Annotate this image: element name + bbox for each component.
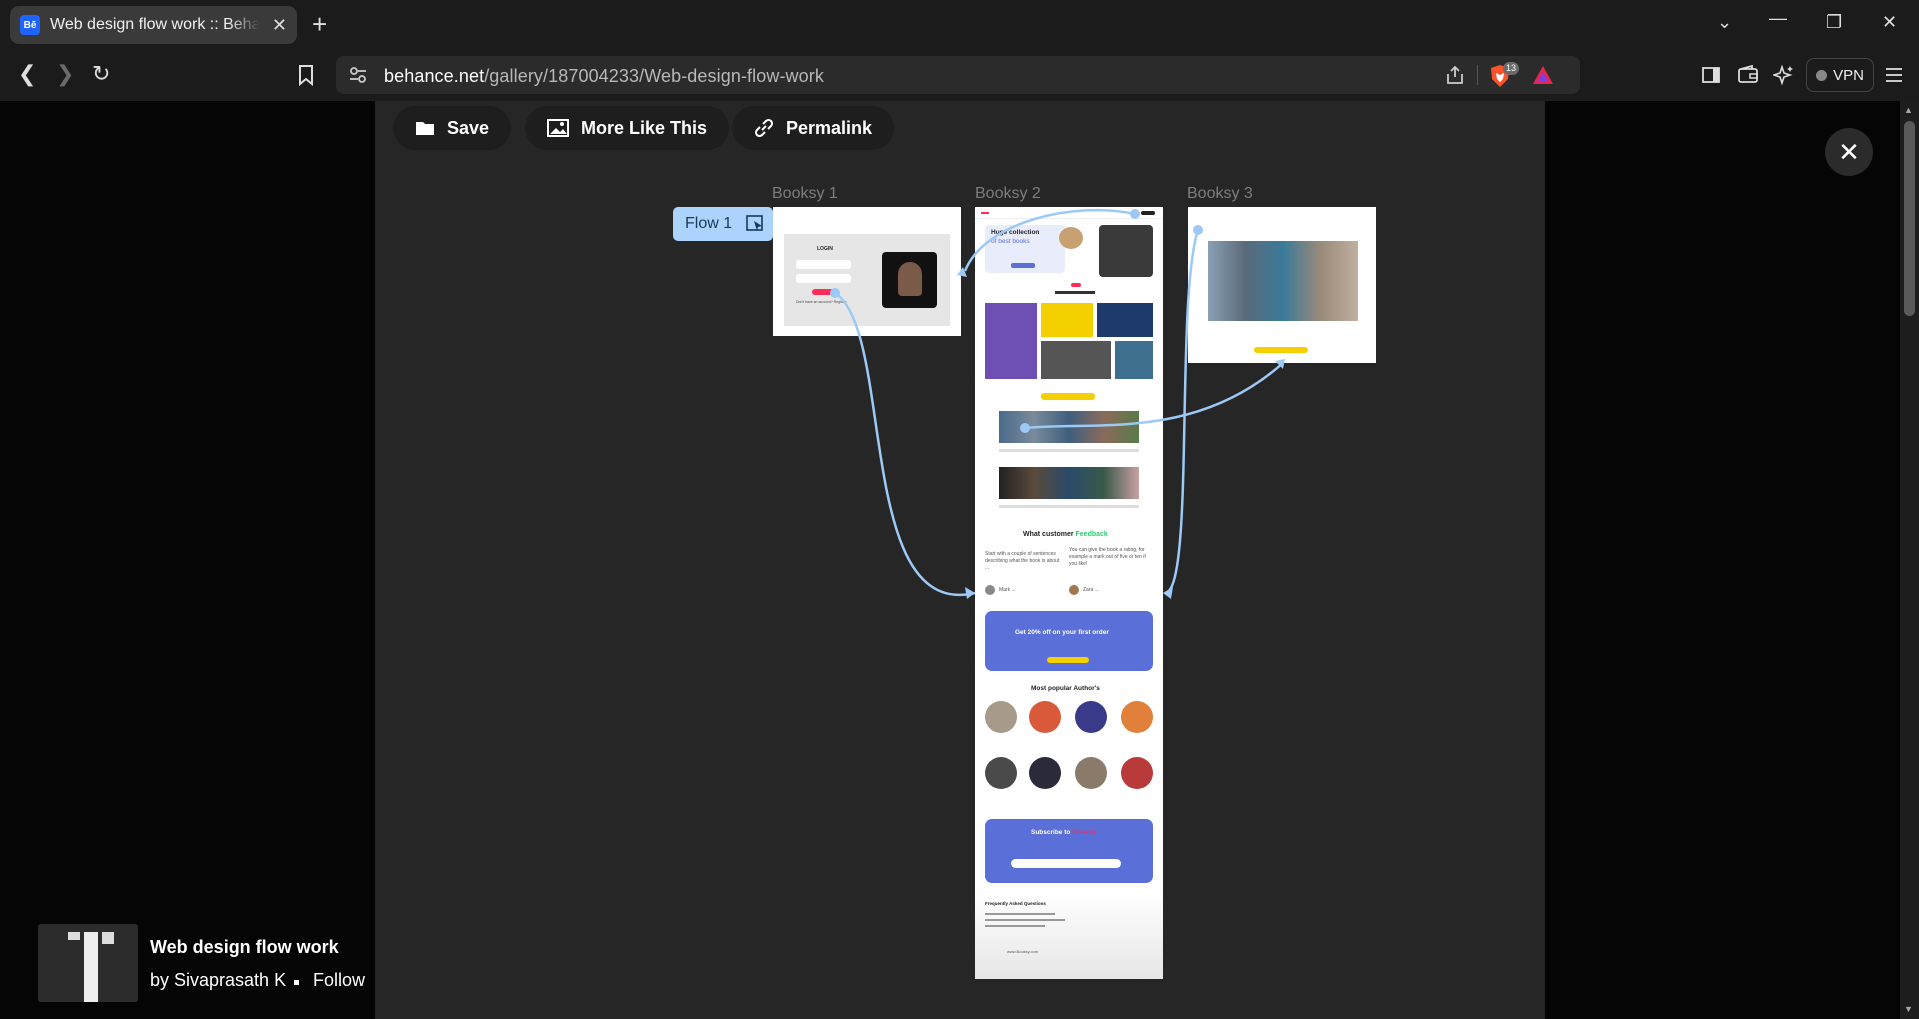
close-icon: ✕: [1838, 136, 1860, 167]
scroll-down-icon[interactable]: ▼: [1904, 1004, 1913, 1014]
bookmark-icon[interactable]: [296, 64, 316, 86]
project-author[interactable]: by Sivaprasath K: [150, 970, 286, 991]
project-thumbnail-container[interactable]: [38, 924, 138, 1002]
project-thumbnail[interactable]: [38, 924, 138, 1002]
project-title[interactable]: Web design flow work: [150, 937, 339, 958]
leo-ai-icon[interactable]: [1773, 64, 1795, 86]
page-scrollbar[interactable]: ▲ ▼: [1900, 101, 1919, 1019]
reload-icon[interactable]: ↻: [92, 62, 110, 86]
close-viewer-button[interactable]: ✕: [1825, 128, 1873, 176]
new-tab-button[interactable]: +: [312, 10, 327, 38]
tab-close-icon[interactable]: ✕: [272, 15, 287, 36]
url-text: behance.net/gallery/187004233/Web-design…: [384, 66, 824, 86]
restore-button[interactable]: ❐: [1826, 12, 1842, 33]
wallet-icon[interactable]: [1737, 65, 1759, 85]
tab-strip: Bē Web design flow work :: Behance ✕ + ⌄…: [0, 0, 1919, 50]
vpn-button[interactable]: VPN: [1806, 58, 1874, 92]
flow-connectors: [830, 208, 1285, 599]
vpn-label: VPN: [1833, 66, 1864, 84]
back-icon[interactable]: ❮: [18, 62, 36, 86]
menu-icon[interactable]: [1884, 66, 1904, 84]
minimize-button[interactable]: —: [1769, 8, 1787, 29]
tab-title: Web design flow work :: Behance: [50, 16, 260, 33]
vpn-status-icon: [1816, 69, 1828, 81]
scroll-thumb[interactable]: [1904, 121, 1915, 316]
shield-count-badge: 13: [1503, 62, 1520, 75]
omnibox-divider: [1477, 65, 1478, 85]
close-window-button[interactable]: ✕: [1882, 12, 1897, 33]
address-bar[interactable]: behance.net/gallery/187004233/Web-design…: [336, 56, 1580, 94]
scroll-up-icon[interactable]: ▲: [1904, 105, 1913, 115]
tab-search-chevron-icon[interactable]: ⌄: [1717, 12, 1732, 33]
follow-button[interactable]: Follow: [313, 970, 365, 991]
sidebar-icon[interactable]: [1701, 65, 1721, 85]
separator-dot: [294, 980, 299, 985]
forward-icon[interactable]: ❯: [56, 62, 74, 86]
behance-favicon-icon: Bē: [20, 15, 40, 35]
behance-project-viewer: Save More Like This Permalink Booksy 1 B…: [0, 101, 1900, 1019]
brave-rewards-icon[interactable]: [1532, 65, 1554, 85]
share-icon[interactable]: [1444, 64, 1466, 86]
browser-toolbar: ❮ ❯ ↻ behance.net/gallery/187004233/Web-…: [0, 50, 1919, 101]
site-settings-icon[interactable]: [348, 65, 368, 85]
browser-tab[interactable]: Bē Web design flow work :: Behance ✕: [10, 6, 297, 44]
project-canvas: Save More Like This Permalink Booksy 1 B…: [375, 101, 1545, 1019]
